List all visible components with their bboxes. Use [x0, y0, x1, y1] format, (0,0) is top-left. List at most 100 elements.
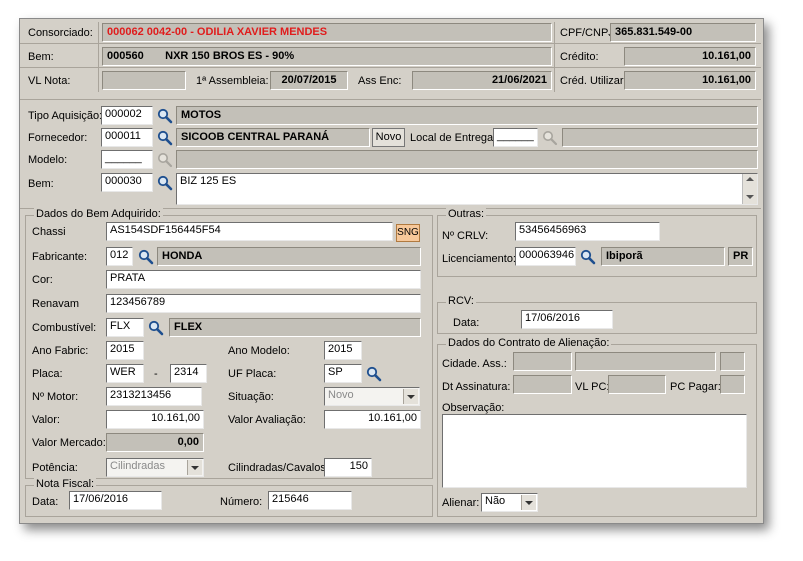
credito-label: Crédito: — [560, 51, 599, 63]
magnifier-icon — [542, 130, 558, 146]
magnifier-icon[interactable] — [138, 249, 154, 265]
combustivel-description: FLEX — [169, 318, 421, 337]
local-entrega-label: Local de Entrega: — [410, 132, 497, 144]
cred-util-value: 10.161,00 — [624, 71, 756, 90]
fornecedor-code-input[interactable]: 000011 — [101, 128, 153, 147]
header-row-line — [20, 67, 761, 68]
tipo-aquisicao-label: Tipo Aquisição: — [28, 110, 103, 122]
dt-assinatura-label: Dt Assinatura: — [442, 381, 511, 393]
rcv-data-input[interactable]: 17/06/2016 — [521, 310, 613, 329]
cor-label: Cor: — [32, 274, 53, 286]
scroll-up-arrow-icon[interactable] — [746, 177, 754, 181]
cilindradas-input[interactable]: 150 — [324, 458, 372, 477]
licenciamento-code-input[interactable]: 000063946 — [515, 247, 576, 266]
pc-pagar-value — [720, 375, 745, 394]
magnifier-icon[interactable] — [366, 366, 382, 382]
ano-modelo-label: Ano Modelo: — [228, 345, 290, 357]
scroll-down-arrow-icon[interactable] — [746, 195, 754, 199]
novo-button[interactable]: Novo — [372, 128, 405, 147]
vl-pc-value — [608, 375, 666, 394]
potencia-label: Potência: — [32, 462, 78, 474]
vlnota-label: VL Nota: — [28, 75, 71, 87]
cred-util-label: Créd. Utilizar: — [560, 75, 627, 87]
vl-pc-label: VL PC: — [575, 381, 610, 393]
fornecedor-description: SICOOB CENTRAL PARANÁ — [176, 128, 370, 147]
renavam-input[interactable]: 123456789 — [106, 294, 421, 313]
chassi-label: Chassi — [32, 226, 66, 238]
situacao-label: Situação: — [228, 391, 274, 403]
section-divider — [20, 99, 761, 100]
cidade-ass-description — [575, 352, 716, 371]
magnifier-icon[interactable] — [157, 175, 173, 191]
local-entrega-input[interactable]: ______ — [493, 128, 538, 147]
assenc-value: 21/06/2021 — [412, 71, 552, 90]
nota-data-input[interactable]: 17/06/2016 — [69, 491, 162, 510]
valor-label: Valor: — [32, 414, 60, 426]
magnifier-icon[interactable] — [157, 130, 173, 146]
valor-input[interactable]: 10.161,00 — [106, 410, 204, 429]
ano-fabric-label: Ano Fabric: — [32, 345, 89, 357]
rcv-title: RCV: — [446, 295, 476, 307]
modelo-input[interactable]: ______ — [101, 150, 153, 169]
chassi-input[interactable]: AS154SDF156445F54 — [106, 222, 393, 241]
rcv-data-label: Data: — [453, 317, 480, 329]
crlv-input[interactable]: 53456456963 — [515, 222, 660, 241]
magnifier-icon[interactable] — [580, 249, 596, 265]
alienar-select[interactable]: Não — [481, 493, 538, 512]
valor-mercado-value: 0,00 — [106, 433, 204, 452]
placa-numbers-input[interactable]: 2314 — [170, 364, 207, 383]
scrollbar[interactable] — [742, 174, 757, 204]
potencia-select[interactable]: Cilindradas — [106, 458, 204, 477]
tipo-aquisicao-description: MOTOS — [176, 106, 758, 125]
placa-letters-input[interactable]: WER — [106, 364, 144, 383]
bem-code-input[interactable]: 000030 — [101, 173, 153, 192]
chevron-down-icon[interactable] — [187, 460, 202, 475]
vlnota-value — [102, 71, 186, 90]
fabricante-label: Fabricante: — [32, 251, 88, 263]
chevron-down-icon[interactable] — [521, 495, 536, 510]
credito-value: 10.161,00 — [624, 47, 756, 66]
bem-adquirido-label: Bem: — [28, 178, 54, 190]
modelo-label: Modelo: — [28, 154, 68, 166]
consorciado-label: Consorciado: — [28, 27, 93, 39]
alienar-label: Alienar: — [442, 497, 480, 509]
cpf-label: CPF/CNPJ: — [560, 27, 617, 39]
combustivel-code-input[interactable]: FLX — [106, 318, 144, 337]
placa-dash: - — [154, 368, 158, 380]
tipo-aquisicao-code-input[interactable]: 000002 — [101, 106, 153, 125]
assembleia-value: 20/07/2015 — [270, 71, 348, 90]
uf-placa-input[interactable]: SP — [324, 364, 362, 383]
valor-avaliacao-input[interactable]: 10.161,00 — [324, 410, 421, 429]
potencia-value: Cilindradas — [110, 460, 166, 472]
chevron-down-icon[interactable] — [403, 389, 418, 404]
assenc-label: Ass Enc: — [358, 75, 402, 87]
valor-avaliacao-label: Valor Avaliação: — [228, 414, 306, 426]
bem-description-textarea[interactable]: BIZ 125 ES — [176, 173, 758, 205]
licenciamento-description: Ibiporã — [601, 247, 725, 266]
bem-code: 000560 — [107, 50, 144, 62]
situacao-select[interactable]: Novo — [324, 387, 420, 406]
observacao-label: Observação: — [442, 402, 505, 414]
cor-input[interactable]: PRATA — [106, 270, 421, 289]
ano-modelo-input[interactable]: 2015 — [324, 341, 362, 360]
sng-button[interactable]: SNG — [396, 224, 420, 242]
nota-fiscal-title: Nota Fiscal: — [34, 478, 97, 490]
header-divider — [554, 22, 555, 92]
ano-fabric-input[interactable]: 2015 — [106, 341, 144, 360]
magnifier-icon[interactable] — [148, 320, 164, 336]
magnifier-icon[interactable] — [157, 108, 173, 124]
renavam-label: Renavam — [32, 298, 80, 310]
cidade-ass-label: Cidade. Ass.: — [442, 358, 507, 370]
fabricante-description: HONDA — [157, 247, 421, 266]
fabricante-code-input[interactable]: 012 — [106, 247, 133, 266]
nota-numero-input[interactable]: 215646 — [268, 491, 352, 510]
licenciamento-label: Licenciamento: — [442, 253, 516, 265]
valor-mercado-label: Valor Mercado: — [32, 437, 106, 449]
assembleia-label: 1ª Assembleia: — [196, 75, 269, 87]
crlv-label: Nº CRLV: — [442, 230, 489, 242]
bem-description: NXR 150 BROS ES - 90% — [165, 50, 295, 62]
nota-data-label: Data: — [32, 496, 59, 508]
nota-numero-label: Número: — [220, 496, 263, 508]
motor-input[interactable]: 2313213456 — [106, 387, 202, 406]
observacao-textarea[interactable] — [442, 414, 747, 488]
